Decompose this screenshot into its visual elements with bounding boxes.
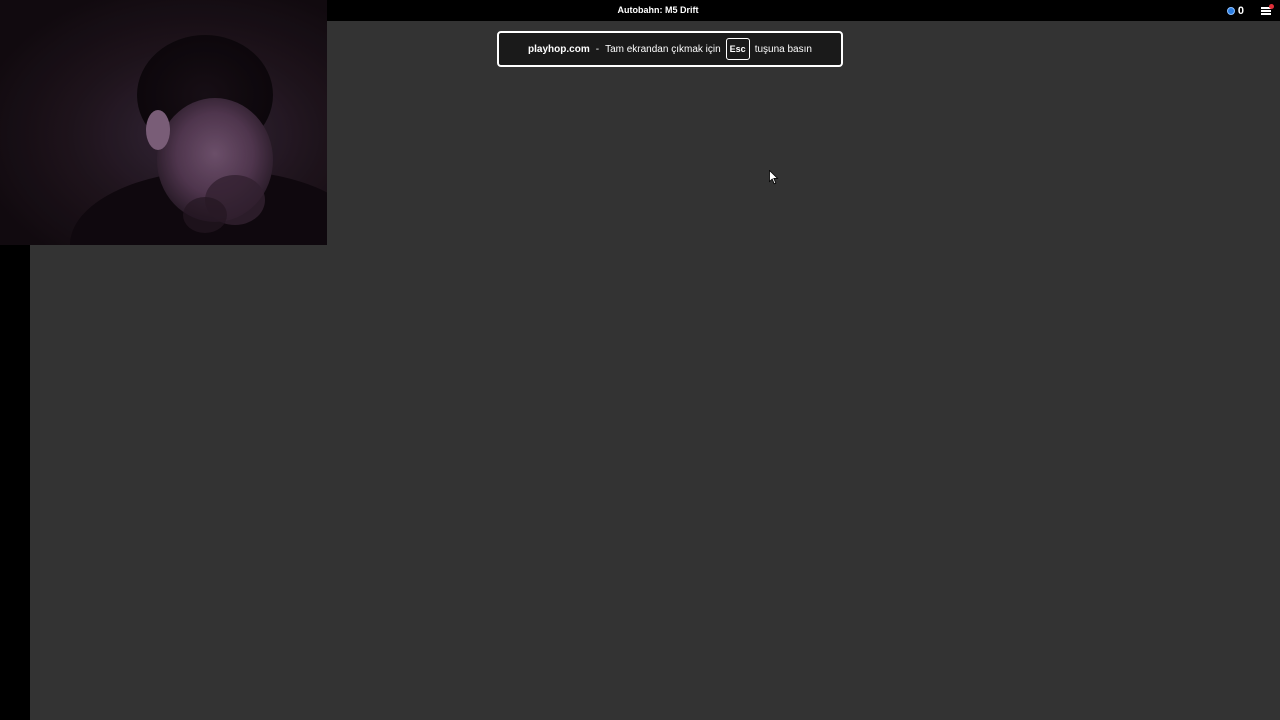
notification-dot — [1269, 4, 1274, 9]
notice-message-after: tuşuna basın — [754, 43, 812, 55]
coin-balance[interactable]: 0 — [1226, 0, 1244, 21]
webcam-person-image — [0, 0, 327, 245]
mouse-pointer-icon — [769, 170, 779, 185]
coin-icon — [1226, 6, 1235, 15]
notice-message-before: Tam ekrandan çıkmak için — [605, 43, 721, 55]
esc-key-badge: Esc — [725, 38, 750, 60]
notice-separator: - — [595, 43, 600, 55]
coin-count: 0 — [1237, 4, 1244, 17]
menu-button[interactable] — [1260, 4, 1274, 16]
hamburger-bar — [1261, 10, 1271, 12]
webcam-overlay — [0, 0, 327, 245]
hamburger-bar — [1261, 13, 1271, 15]
site-domain: playhop.com — [528, 43, 590, 55]
fullscreen-exit-notice: playhop.com - Tam ekrandan çıkmak için E… — [497, 31, 843, 67]
